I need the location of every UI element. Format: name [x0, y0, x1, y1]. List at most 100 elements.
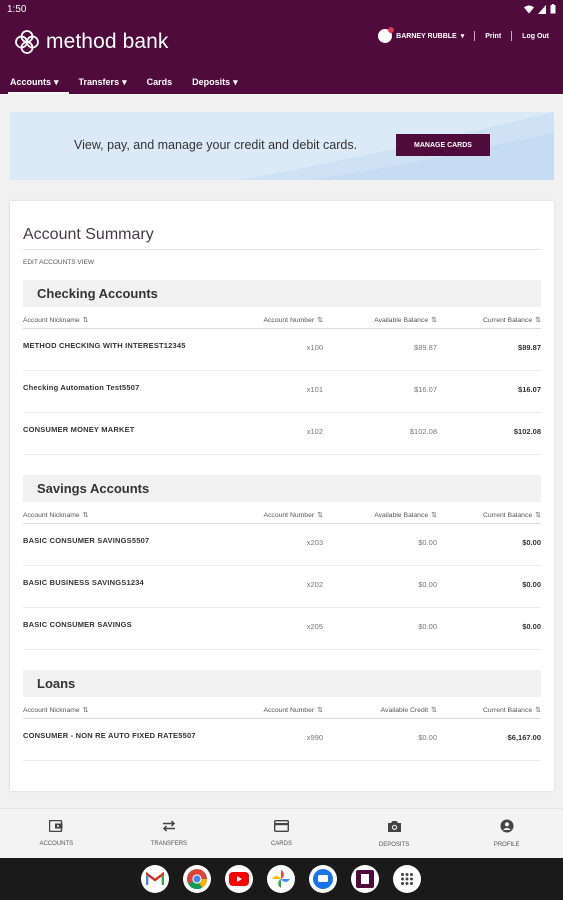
person-icon	[500, 819, 514, 833]
table-header: Account Nickname ⇅ Account Number ⇅ Availa…	[23, 307, 541, 329]
loans-section: Loans Account Nickname ⇅ Account Number ⇅ …	[23, 670, 541, 761]
account-nickname[interactable]: BASIC CONSUMER SAVINGS5507	[23, 536, 149, 545]
account-nickname[interactable]: CONSUMER - NON RE AUTO FIXED RATE5507	[23, 731, 196, 740]
table-row[interactable]: METHOD CHECKING WITH INTEREST12345 x100 …	[23, 329, 541, 371]
app-drawer-icon[interactable]	[393, 865, 421, 893]
col-current-balance[interactable]: Current Balance ⇅	[483, 316, 541, 324]
chevron-down-icon: ▾	[54, 76, 59, 87]
divider	[511, 31, 513, 41]
col-available-credit[interactable]: Available Credit ⇅	[381, 706, 437, 714]
chrome-icon[interactable]	[183, 865, 211, 893]
method-bank-logo[interactable]: method bank	[14, 29, 169, 55]
savings-section: Savings Accounts Account Nickname ⇅ Accou…	[23, 475, 541, 650]
bottom-nav-deposits[interactable]: DEPOSITS	[338, 809, 451, 858]
checking-section: Checking Accounts Account Nickname ⇅ Acco…	[23, 280, 541, 455]
available-balance: $16.07	[414, 385, 437, 394]
user-name: BARNEY RUBBLE	[396, 32, 457, 40]
available-balance: $0.00	[418, 622, 437, 631]
nav-accounts[interactable]: Accounts ▾	[0, 70, 69, 94]
divider	[474, 31, 476, 41]
credit-card-icon	[273, 820, 289, 832]
account-nickname[interactable]: Checking Automation Test5507	[23, 383, 139, 392]
col-account-number[interactable]: Account Number ⇅	[264, 316, 324, 324]
bottom-nav-label: DEPOSITS	[378, 841, 410, 848]
sort-icon: ⇅	[431, 317, 437, 324]
bottom-nav-transfers[interactable]: TRANSFERS	[113, 809, 226, 858]
sort-icon: ⇅	[431, 512, 437, 519]
account-nickname[interactable]: BASIC CONSUMER SAVINGS	[23, 620, 132, 629]
col-account-number[interactable]: Account Number ⇅	[264, 511, 324, 519]
youtube-icon[interactable]	[225, 865, 253, 893]
user-menu-bar: BARNEY RUBBLE ▾ Print Log Out	[378, 27, 549, 43]
sort-icon: ⇅	[535, 512, 541, 519]
bottom-nav-label: TRANSFERS	[150, 841, 188, 847]
camera-icon	[387, 820, 401, 832]
divider	[23, 249, 541, 250]
account-number: x202	[306, 580, 323, 589]
main-nav: Accounts ▾ Transfers ▾ Cards Deposits ▾	[0, 70, 248, 94]
table-row[interactable]: BASIC CONSUMER SAVINGS x205 $0.00 $0.00	[23, 608, 541, 650]
wifi-icon	[524, 5, 534, 13]
gmail-icon[interactable]	[141, 865, 169, 893]
col-nickname[interactable]: Account Nickname ⇅	[23, 316, 89, 324]
bottom-nav-accounts[interactable]: ACCOUNTS	[0, 809, 113, 858]
nav-deposits[interactable]: Deposits ▾	[182, 70, 248, 94]
nav-deposits-label: Deposits	[192, 77, 231, 87]
table-row[interactable]: BASIC BUSINESS SAVINGS1234 x202 $0.00 $0…	[23, 566, 541, 608]
nav-cards-label: Cards	[146, 77, 173, 87]
system-dock	[0, 858, 563, 900]
sort-icon: ⇅	[82, 512, 89, 519]
sort-icon: ⇅	[82, 317, 89, 324]
print-link[interactable]: Print	[485, 33, 501, 40]
bottom-nav-profile[interactable]: PROFILE	[450, 809, 563, 858]
sort-icon: ⇅	[317, 317, 323, 324]
col-nickname[interactable]: Account Nickname ⇅	[23, 706, 89, 714]
account-nickname[interactable]: METHOD CHECKING WITH INTEREST12345	[23, 341, 186, 350]
bottom-nav-cards[interactable]: CARDS	[225, 809, 338, 858]
section-title: Checking Accounts	[23, 280, 541, 307]
current-balance: $89.87	[518, 343, 541, 352]
manage-cards-button[interactable]: MANAGE CARDS	[396, 134, 490, 156]
account-summary-card: Account Summary EDIT ACCOUNTS VIEW Check…	[10, 201, 554, 791]
col-current-balance[interactable]: Current Balance ⇅	[483, 511, 541, 519]
page-title: Account Summary	[23, 226, 154, 243]
method-bank-app-icon[interactable]	[351, 865, 379, 893]
method-logo-icon	[15, 30, 39, 54]
current-balance: $102.08	[513, 427, 541, 436]
current-balance: $0.00	[522, 622, 541, 631]
table-row[interactable]: BASIC CONSUMER SAVINGS5507 x203 $0.00 $0…	[23, 524, 541, 566]
photos-icon[interactable]	[267, 865, 295, 893]
user-menu[interactable]: BARNEY RUBBLE ▾	[378, 27, 464, 43]
account-number: x990	[306, 733, 323, 742]
sort-icon: ⇅	[82, 707, 89, 714]
account-nickname[interactable]: CONSUMER MONEY MARKET	[23, 425, 135, 434]
app-header: method bank BARNEY RUBBLE ▾ Print Log Ou…	[0, 18, 563, 94]
table-header: Account Nickname ⇅ Account Number ⇅ Availa…	[23, 502, 541, 524]
account-number: x100	[306, 343, 323, 352]
account-number: x203	[306, 538, 323, 547]
account-number: x205	[306, 622, 323, 631]
table-row[interactable]: CONSUMER MONEY MARKET x102 $102.08 $102.…	[23, 413, 541, 455]
nav-cards[interactable]: Cards	[137, 70, 183, 94]
col-nickname[interactable]: Account Nickname ⇅	[23, 511, 89, 519]
bottom-nav: ACCOUNTS TRANSFERS CARDS DEPOSITS PROFIL…	[0, 808, 563, 858]
col-current-balance[interactable]: Current Balance ⇅	[483, 706, 541, 714]
nav-transfers[interactable]: Transfers ▾	[69, 70, 137, 94]
edit-accounts-view-link[interactable]: EDIT ACCOUNTS VIEW	[23, 259, 94, 266]
wallet-icon	[49, 820, 63, 832]
col-available-balance[interactable]: Available Balance ⇅	[374, 316, 437, 324]
messages-icon[interactable]	[309, 865, 337, 893]
table-row[interactable]: CONSUMER - NON RE AUTO FIXED RATE5507 x9…	[23, 719, 541, 761]
account-nickname[interactable]: BASIC BUSINESS SAVINGS1234	[23, 578, 144, 587]
battery-icon	[550, 4, 556, 14]
col-account-number[interactable]: Account Number ⇅	[264, 706, 324, 714]
sort-icon: ⇅	[431, 707, 437, 714]
logout-link[interactable]: Log Out	[522, 33, 549, 40]
current-balance: $6,167.00	[507, 733, 541, 742]
current-balance: $16.07	[518, 385, 541, 394]
available-balance: $102.08	[409, 427, 437, 436]
table-row[interactable]: Checking Automation Test5507 x101 $16.07…	[23, 371, 541, 413]
current-balance: $0.00	[522, 538, 541, 547]
col-available-balance[interactable]: Available Balance ⇅	[374, 511, 437, 519]
banner-text: View, pay, and manage your credit and de…	[74, 138, 358, 152]
